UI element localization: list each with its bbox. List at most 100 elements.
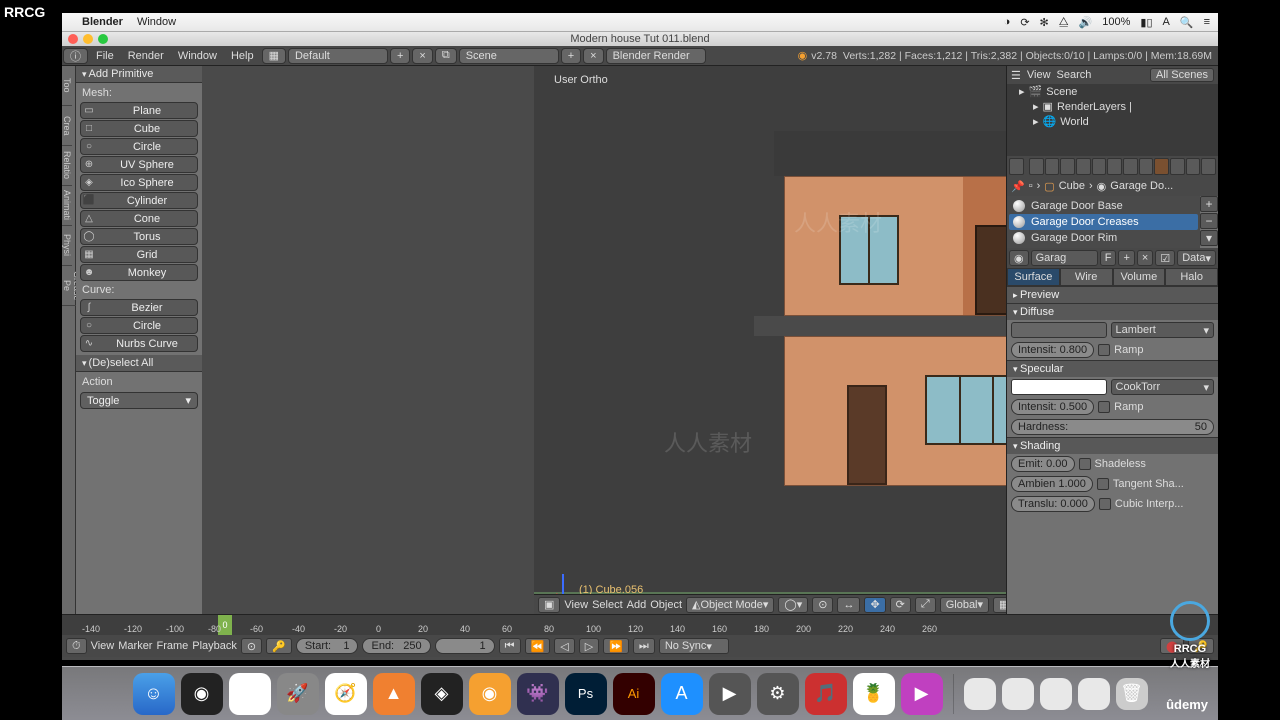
quicktime-icon[interactable]: ▶ <box>709 673 751 715</box>
photoshop-icon[interactable]: Ps <box>565 673 607 715</box>
slot-remove-button[interactable]: − <box>1200 213 1218 229</box>
traffic-lights[interactable] <box>68 34 108 44</box>
dock-folder[interactable] <box>1040 678 1072 710</box>
chrome-icon[interactable]: ◉ <box>229 673 271 715</box>
jump-end-icon[interactable]: ⏭ <box>633 638 655 654</box>
deselect-all-header[interactable]: (De)select All <box>76 355 202 372</box>
macos-dock[interactable]: ☺ ◉ ◉ 🚀 🧭 ▲ ◈ ◉ 👾 Ps Ai A ▶ ⚙ 🎵 🍍 ▶ 🗑 <box>62 666 1218 720</box>
tl-playback-menu[interactable]: Playback <box>192 640 237 652</box>
dock-folder[interactable] <box>964 678 996 710</box>
scene-add[interactable]: + <box>561 48 581 64</box>
primitive-circle[interactable]: ○Circle <box>80 138 198 155</box>
editor-type-icon[interactable]: ▣ <box>538 597 560 613</box>
specular-color[interactable] <box>1011 379 1107 395</box>
primitive-bezier[interactable]: ∫Bezier <box>80 299 198 316</box>
launchpad-icon[interactable]: 🚀 <box>277 673 319 715</box>
start-frame[interactable]: Start: 1 <box>296 638 359 654</box>
tab-physics[interactable]: Physi <box>62 226 72 266</box>
context-physics-icon[interactable] <box>1201 158 1216 175</box>
new-material-button[interactable]: + <box>1118 250 1134 266</box>
app-icon[interactable]: 👾 <box>517 673 559 715</box>
select-menu[interactable]: Select <box>592 599 623 611</box>
app-menu[interactable]: Blender <box>82 16 123 28</box>
specular-intensity[interactable]: Intensit: 0.500 <box>1011 399 1094 415</box>
material-browse-icon[interactable]: ◉ <box>1009 250 1029 266</box>
add-menu[interactable]: Add <box>627 599 647 611</box>
add-primitive-header[interactable]: Add Primitive <box>76 66 202 83</box>
outliner[interactable]: ☰ View Search All Scenes ▸ 🎬 Scene▸ ▣ Re… <box>1007 66 1218 156</box>
keyframe-next-icon[interactable]: ⏩ <box>603 638 629 654</box>
context-render-icon[interactable] <box>1029 158 1044 175</box>
breadcrumb-material[interactable]: Garage Do... <box>1110 180 1173 192</box>
shadeless-checkbox[interactable] <box>1079 458 1091 470</box>
context-material-icon[interactable] <box>1154 158 1169 175</box>
timeline-ruler[interactable]: 0 -140-120-100-80-60-40-2002040608010012… <box>62 615 1218 635</box>
tab-tools[interactable]: Too <box>62 66 72 106</box>
play-reverse-icon[interactable]: ◁ <box>554 638 574 654</box>
tangent-checkbox[interactable] <box>1097 478 1109 490</box>
material-slot[interactable]: Garage Door Base <box>1009 198 1198 214</box>
mode-dropdown[interactable]: ◭ Object Mode ▾ <box>686 597 774 613</box>
ambient-field[interactable]: Ambien 1.000 <box>1011 476 1093 492</box>
siri-icon[interactable]: ◉ <box>181 673 223 715</box>
emit-field[interactable]: Emit: 0.00 <box>1011 456 1075 472</box>
material-slot[interactable]: Garage Door Rim <box>1009 230 1198 246</box>
preview-header[interactable]: Preview <box>1007 286 1218 303</box>
window-menu[interactable]: Window <box>172 48 223 64</box>
diffuse-header[interactable]: Diffuse <box>1007 303 1218 320</box>
context-scene-icon[interactable] <box>1060 158 1075 175</box>
vlc-icon[interactable]: ▲ <box>373 673 415 715</box>
primitive-monkey[interactable]: ☻Monkey <box>80 264 198 281</box>
primitive-cube[interactable]: □Cube <box>80 120 198 137</box>
keyframe-prev-icon[interactable]: ⏪ <box>525 638 551 654</box>
primitive-ico-sphere[interactable]: ◈Ico Sphere <box>80 174 198 191</box>
appstore-icon[interactable]: A <box>661 673 703 715</box>
layout-del[interactable]: × <box>412 48 432 64</box>
primitive-nurbs-curve[interactable]: ∿Nurbs Curve <box>80 335 198 352</box>
menu-icon[interactable]: ≡ <box>1204 16 1210 28</box>
tab-create[interactable]: Crea <box>62 106 72 146</box>
dock-folder[interactable] <box>1002 678 1034 710</box>
scene-browse[interactable]: ⧉ <box>435 48 457 64</box>
context-layers-icon[interactable] <box>1045 158 1060 175</box>
tab-animation[interactable]: Animati <box>62 186 72 226</box>
outliner-item[interactable]: ▸ 🌐 World <box>1007 114 1218 129</box>
specular-header[interactable]: Specular <box>1007 360 1218 377</box>
tl-marker-menu[interactable]: Marker <box>118 640 152 652</box>
fake-user-button[interactable]: F <box>1100 250 1117 266</box>
context-texture-icon[interactable] <box>1170 158 1185 175</box>
layers-button[interactable]: ▦▦ <box>993 597 1006 613</box>
action-dropdown[interactable]: Toggle▾ <box>80 392 198 409</box>
dock-folder[interactable] <box>1078 678 1110 710</box>
slot-menu-button[interactable]: ▾ <box>1200 230 1218 246</box>
material-slots[interactable]: Garage Door BaseGarage Door CreasesGarag… <box>1007 196 1200 248</box>
link-dropdown[interactable]: Data▾ <box>1177 250 1216 266</box>
settings-icon[interactable]: ⚙ <box>757 673 799 715</box>
orientation-dropdown[interactable]: Global ▾ <box>940 597 989 613</box>
illustrator-icon[interactable]: Ai <box>613 673 655 715</box>
context-particles-icon[interactable] <box>1186 158 1201 175</box>
editor-type-icon[interactable] <box>1009 158 1024 175</box>
primitive-plane[interactable]: ▭Plane <box>80 102 198 119</box>
primitive-circle[interactable]: ○Circle <box>80 317 198 334</box>
slot-add-button[interactable]: + <box>1200 196 1218 212</box>
zoom-icon[interactable] <box>98 34 108 44</box>
shading-header[interactable]: Shading <box>1007 437 1218 454</box>
outliner-item[interactable]: ▸ 🎬 Scene <box>1007 84 1218 99</box>
engine-dropdown[interactable]: Blender Render <box>606 48 706 64</box>
layout-add[interactable]: + <box>390 48 410 64</box>
editor-type-icon[interactable]: ⏱ <box>66 638 87 654</box>
primitive-uv-sphere[interactable]: ⊕UV Sphere <box>80 156 198 173</box>
3d-viewport[interactable]: User Ortho (1) Cube.056 人人素材 <box>534 66 1006 614</box>
context-modifiers-icon[interactable] <box>1123 158 1138 175</box>
help-menu[interactable]: Help <box>225 48 260 64</box>
unlink-material-button[interactable]: × <box>1137 250 1153 266</box>
timeline-editor[interactable]: 0 -140-120-100-80-60-40-2002040608010012… <box>62 614 1218 660</box>
play-icon[interactable]: ▷ <box>579 638 599 654</box>
jump-start-icon[interactable]: ⏮ <box>499 638 521 654</box>
translucency-field[interactable]: Translu: 0.000 <box>1011 496 1095 512</box>
autokey-icon[interactable]: 🔑 <box>266 638 292 654</box>
breadcrumb-object[interactable]: Cube <box>1059 180 1085 192</box>
range-icon[interactable]: ⊙ <box>241 638 262 654</box>
outliner-view-menu[interactable]: View <box>1027 69 1051 81</box>
